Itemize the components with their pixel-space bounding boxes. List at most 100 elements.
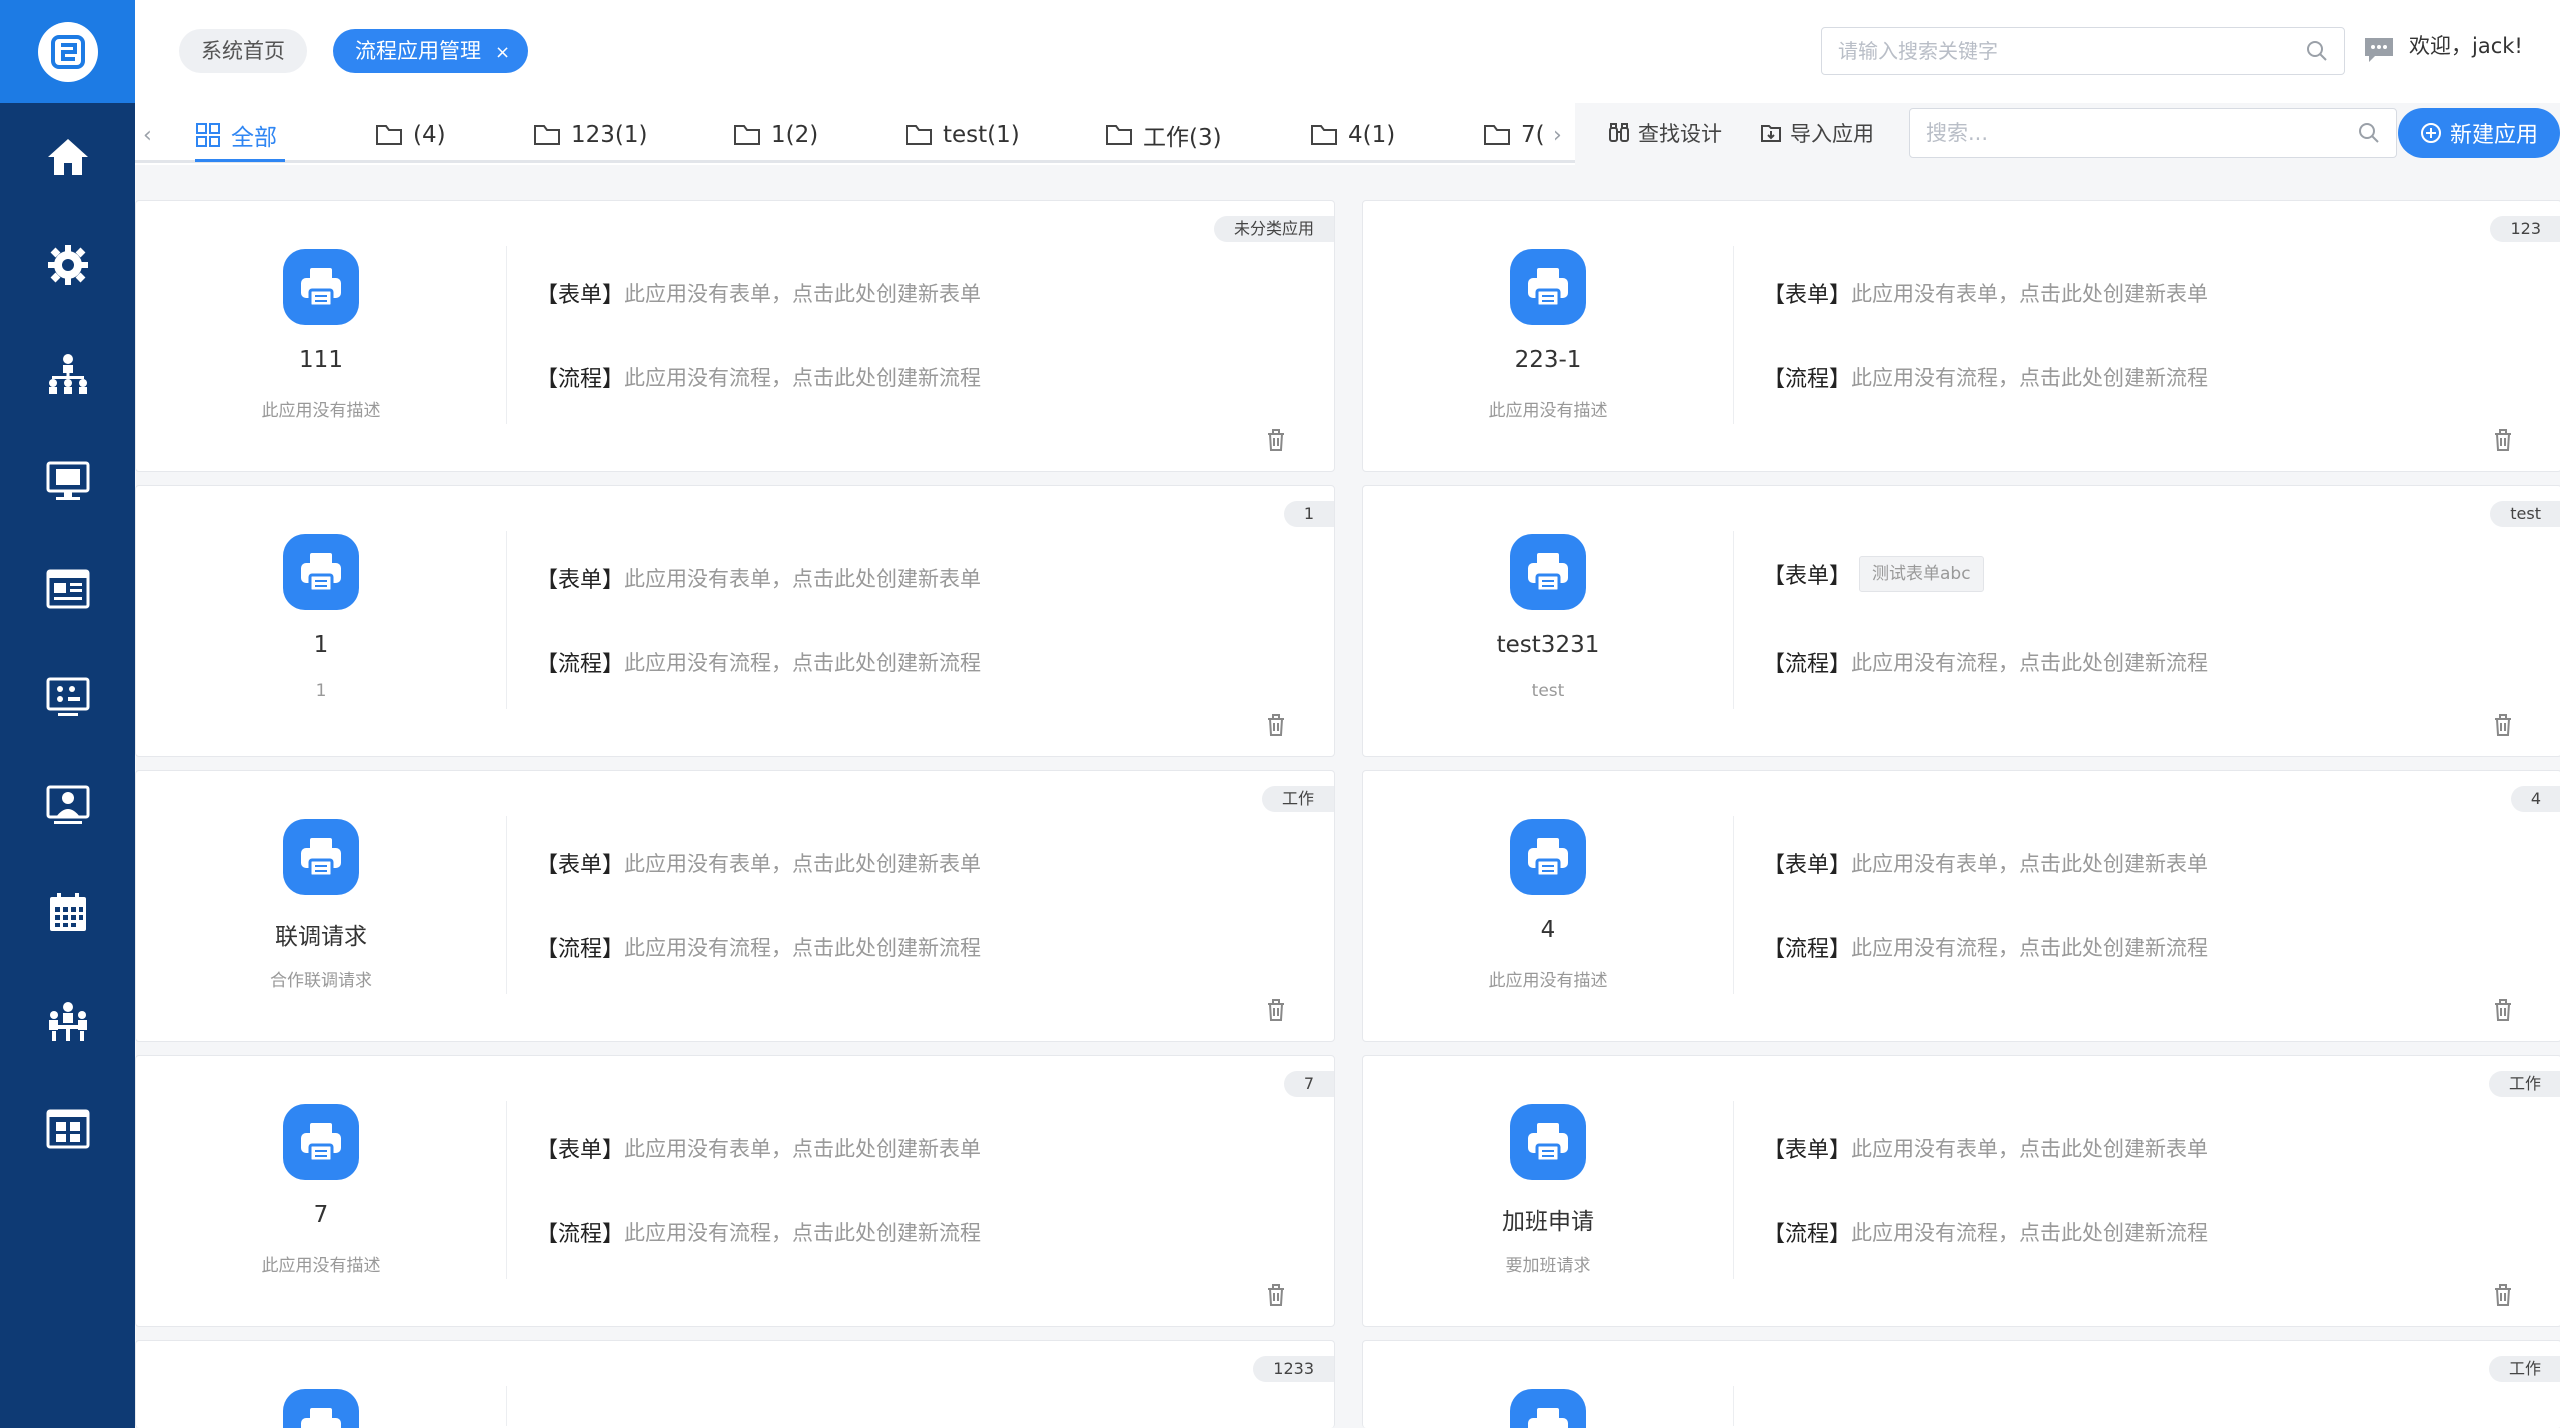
printer-icon[interactable] (283, 819, 359, 895)
create-form-link[interactable]: 此应用没有表单，点击此处创建新表单 (624, 563, 981, 593)
app-name[interactable]: 4 (1363, 917, 1733, 943)
app-name[interactable]: 111 (136, 347, 506, 373)
create-form-link[interactable]: 此应用没有表单，点击此处创建新表单 (624, 278, 981, 308)
flow-row[interactable]: 【流程】 此应用没有流程，点击此处创建新流程 (536, 646, 981, 678)
import-app-link[interactable]: 导入应用 (1760, 118, 1874, 148)
sidebar-item-news[interactable] (0, 535, 135, 643)
new-app-button[interactable]: 新建应用 (2398, 108, 2560, 158)
form-row[interactable]: 【表单】 此应用没有表单，点击此处创建新表单 (536, 562, 981, 594)
sidebar-item-meeting[interactable] (0, 967, 135, 1075)
tab-category[interactable]: 1(2) (733, 117, 818, 153)
app-card[interactable]: test test3231 test 【表单】 测试表单abc 【流程】 此应用没有… (1362, 485, 2560, 757)
app-search[interactable] (1909, 108, 2397, 158)
flow-row[interactable]: 【流程】 此应用没有流程，点击此处创建新流程 (536, 931, 981, 963)
create-flow-link[interactable]: 此应用没有流程，点击此处创建新流程 (1851, 932, 2208, 962)
create-form-link[interactable]: 此应用没有表单，点击此处创建新表单 (1851, 848, 2208, 878)
sidebar-item-dashboard[interactable] (0, 643, 135, 751)
app-card[interactable]: 1233 (135, 1340, 1335, 1428)
create-flow-link[interactable]: 此应用没有流程，点击此处创建新流程 (1851, 1217, 2208, 1247)
flow-row[interactable]: 【流程】 此应用没有流程，点击此处创建新流程 (536, 361, 981, 393)
create-form-link[interactable]: 此应用没有表单，点击此处创建新表单 (1851, 1133, 2208, 1163)
app-card[interactable]: 4 4 此应用没有描述 【表单】 此应用没有表单，点击此处创建新表单 【流程】 此应… (1362, 770, 2560, 1042)
create-flow-link[interactable]: 此应用没有流程，点击此处创建新流程 (624, 362, 981, 392)
sidebar-item-presenter[interactable] (0, 751, 135, 859)
trash-icon[interactable] (1266, 714, 1286, 736)
trash-icon[interactable] (2493, 1284, 2513, 1306)
app-search-input[interactable] (1910, 109, 2340, 157)
form-tag[interactable]: 测试表单abc (1859, 556, 1984, 592)
tab-category[interactable]: 7( (1483, 117, 1545, 153)
breadcrumb-home[interactable]: 系统首页 (179, 29, 307, 73)
printer-icon[interactable] (283, 249, 359, 325)
create-flow-link[interactable]: 此应用没有流程，点击此处创建新流程 (624, 647, 981, 677)
printer-icon[interactable] (1510, 534, 1586, 610)
sidebar-item-organization[interactable] (0, 319, 135, 427)
flow-row[interactable]: 【流程】 此应用没有流程，点击此处创建新流程 (1763, 931, 2208, 963)
tab-category[interactable]: 4(1) (1310, 117, 1395, 153)
form-row[interactable]: 【表单】 此应用没有表单，点击此处创建新表单 (536, 847, 981, 879)
sidebar-item-form-monitor[interactable] (0, 427, 135, 535)
trash-icon[interactable] (2493, 429, 2513, 451)
create-form-link[interactable]: 此应用没有表单，点击此处创建新表单 (624, 1133, 981, 1163)
app-card[interactable]: 工作 加班申请 要加班请求 【表单】 此应用没有表单，点击此处创建新表单 【流程】… (1362, 1055, 2560, 1327)
message-icon[interactable] (2363, 36, 2395, 64)
trash-icon[interactable] (2493, 999, 2513, 1021)
tab-category[interactable]: 工作(3) (1105, 117, 1222, 153)
logo[interactable] (0, 0, 135, 103)
printer-icon[interactable] (283, 1104, 359, 1180)
breadcrumb-active-tab[interactable]: 流程应用管理 × (333, 29, 529, 73)
app-name[interactable]: 加班申请 (1363, 1202, 1733, 1236)
create-flow-link[interactable]: 此应用没有流程，点击此处创建新流程 (1851, 647, 2208, 677)
trash-icon[interactable] (1266, 429, 1286, 451)
app-card[interactable]: 未分类应用 111 此应用没有描述 【表单】 此应用没有表单，点击此处创建新表单 … (135, 200, 1335, 472)
form-row[interactable]: 【表单】 此应用没有表单，点击此处创建新表单 (536, 1132, 981, 1164)
form-row[interactable]: 【表单】 此应用没有表单，点击此处创建新表单 (1763, 1132, 2208, 1164)
printer-icon[interactable] (1510, 1104, 1586, 1180)
app-name[interactable]: 1 (136, 632, 506, 658)
tab-category[interactable]: (4) (375, 117, 446, 153)
form-row[interactable]: 【表单】 此应用没有表单，点击此处创建新表单 (536, 277, 981, 309)
form-row[interactable]: 【表单】 此应用没有表单，点击此处创建新表单 (1763, 847, 2208, 879)
tab-category[interactable]: test(1) (905, 117, 1020, 153)
tabs-scroll-left[interactable]: ‹ (143, 123, 152, 148)
app-card[interactable]: 工作 (1362, 1340, 2560, 1428)
flow-row[interactable]: 【流程】 此应用没有流程，点击此处创建新流程 (536, 1216, 981, 1248)
create-form-link[interactable]: 此应用没有表单，点击此处创建新表单 (1851, 278, 2208, 308)
global-search[interactable] (1821, 27, 2345, 75)
trash-icon[interactable] (1266, 1284, 1286, 1306)
create-form-link[interactable]: 此应用没有表单，点击此处创建新表单 (624, 848, 981, 878)
app-name[interactable]: 223-1 (1363, 347, 1733, 373)
app-name[interactable]: test3231 (1363, 632, 1733, 658)
app-card[interactable]: 工作 联调请求 合作联调请求 【表单】 此应用没有表单，点击此处创建新表单 【流程… (135, 770, 1335, 1042)
printer-icon[interactable] (1510, 819, 1586, 895)
app-card[interactable]: 123 223-1 此应用没有描述 【表单】 此应用没有表单，点击此处创建新表单 … (1362, 200, 2560, 472)
create-flow-link[interactable]: 此应用没有流程，点击此处创建新流程 (624, 1217, 981, 1247)
search-icon[interactable] (2306, 40, 2328, 62)
app-card[interactable]: 1 1 1 【表单】 此应用没有表单，点击此处创建新表单 【流程】 此应用没有流程，… (135, 485, 1335, 757)
sidebar-item-settings[interactable] (0, 211, 135, 319)
sidebar-item-apps[interactable] (0, 1075, 135, 1183)
app-name[interactable]: 7 (136, 1202, 506, 1228)
search-icon[interactable] (2358, 122, 2380, 144)
flow-row[interactable]: 【流程】 此应用没有流程，点击此处创建新流程 (1763, 646, 2208, 678)
app-name[interactable]: 联调请求 (136, 917, 506, 951)
find-design-link[interactable]: 查找设计 (1608, 118, 1722, 148)
tab-all[interactable]: 全部 (195, 117, 277, 153)
trash-icon[interactable] (1266, 999, 1286, 1021)
trash-icon[interactable] (2493, 714, 2513, 736)
app-card[interactable]: 7 7 此应用没有描述 【表单】 此应用没有表单，点击此处创建新表单 【流程】 此应… (135, 1055, 1335, 1327)
printer-icon[interactable] (283, 1389, 359, 1428)
close-icon[interactable]: × (495, 42, 510, 63)
printer-icon[interactable] (1510, 1389, 1586, 1428)
create-flow-link[interactable]: 此应用没有流程，点击此处创建新流程 (1851, 362, 2208, 392)
sidebar-item-calendar[interactable] (0, 859, 135, 967)
create-flow-link[interactable]: 此应用没有流程，点击此处创建新流程 (624, 932, 981, 962)
sidebar-item-home[interactable] (0, 103, 135, 211)
flow-row[interactable]: 【流程】 此应用没有流程，点击此处创建新流程 (1763, 1216, 2208, 1248)
tabs-scroll-right[interactable]: › (1553, 123, 1562, 148)
flow-row[interactable]: 【流程】 此应用没有流程，点击此处创建新流程 (1763, 361, 2208, 393)
form-row[interactable]: 【表单】 此应用没有表单，点击此处创建新表单 (1763, 277, 2208, 309)
printer-icon[interactable] (1510, 249, 1586, 325)
global-search-input[interactable] (1822, 28, 2292, 74)
form-row[interactable]: 【表单】 测试表单abc (1763, 556, 1984, 592)
